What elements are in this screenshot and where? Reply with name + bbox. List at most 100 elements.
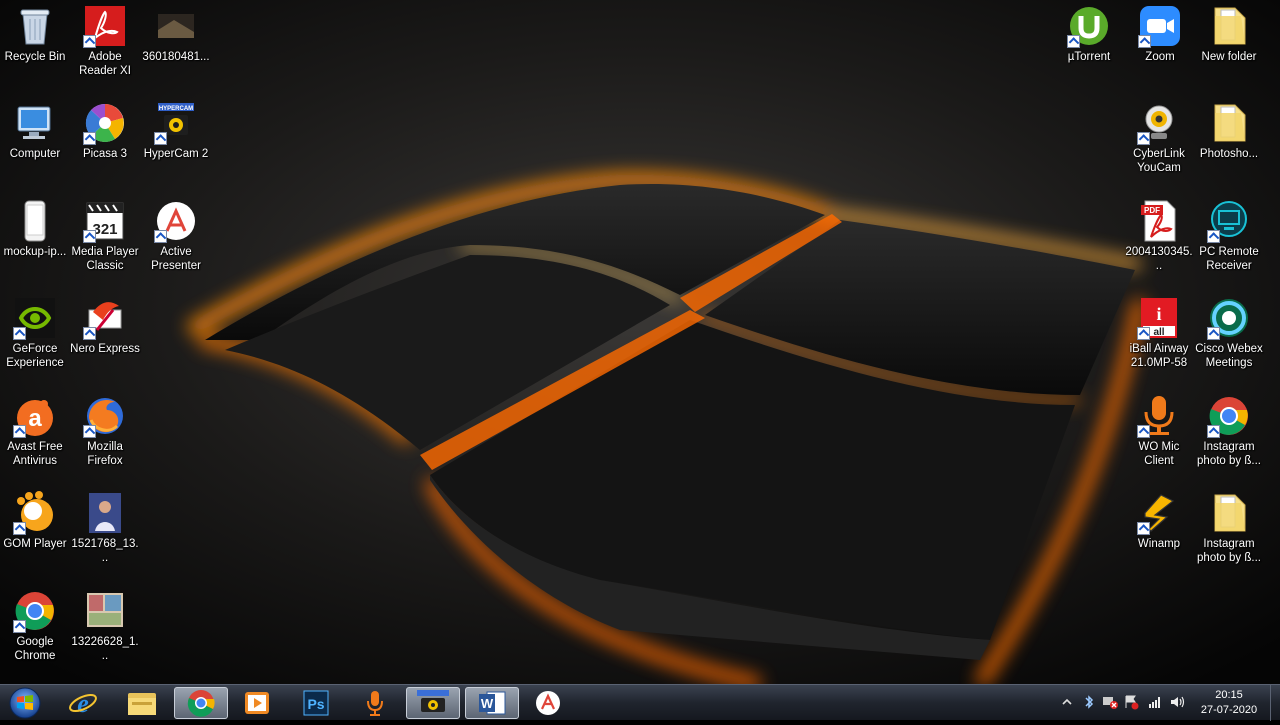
- firefox-icon: [83, 394, 127, 438]
- desktop-icon-label: Google Chrome: [0, 635, 70, 663]
- shortcut-arrow-icon: [83, 132, 96, 145]
- label-line: Mozilla: [87, 441, 123, 453]
- clock-date: 27-07-2020: [1200, 704, 1258, 716]
- label-line: Reader XI: [79, 65, 131, 77]
- geforce-icon: [13, 296, 57, 340]
- desktop-icon-file360[interactable]: 360180481...: [141, 0, 211, 64]
- shortcut-arrow-icon: [1138, 35, 1151, 48]
- desktop-icon-womic[interactable]: WO Mic Client: [1124, 390, 1194, 468]
- desktop-icon-photoshop-folder[interactable]: Photosho...: [1194, 97, 1264, 161]
- desktop-icon-label: Winamp: [1124, 537, 1194, 551]
- taskbar-microsoft-word[interactable]: W: [465, 687, 519, 719]
- tray-volume[interactable]: [1168, 693, 1186, 711]
- pcremote-icon: [1207, 199, 1251, 243]
- system-clock[interactable]: 20:15 27-07-2020: [1196, 688, 1262, 718]
- shortcut-arrow-icon: [1207, 327, 1220, 340]
- label-line: Instagram: [1203, 441, 1255, 453]
- taskbar-file-explorer[interactable]: [115, 687, 169, 719]
- desktop-icon-hypercam[interactable]: HYPERCAM HyperCam 2: [141, 97, 211, 161]
- file360-icon: [154, 4, 198, 48]
- desktop-icon-geforce[interactable]: GeForce Experience: [0, 292, 70, 370]
- label-line: Nero Express: [70, 343, 140, 355]
- label-line: 360180481...: [142, 51, 210, 63]
- taskbar-media-player[interactable]: [230, 687, 284, 719]
- label-line: GOM Player: [3, 538, 67, 550]
- show-hidden-icons-button[interactable]: [1058, 693, 1076, 711]
- desktop-icon-label: Active Presenter: [141, 245, 211, 273]
- desktop-icon-activepres[interactable]: Active Presenter: [141, 195, 211, 273]
- desktop-icon-label: Photosho...: [1194, 147, 1264, 161]
- active-presenter-icon: [536, 691, 560, 715]
- desktop-icon-adobe[interactable]: Adobe Reader XI: [70, 0, 140, 78]
- shortcut-arrow-icon: [154, 132, 167, 145]
- desktop-icon-label: Mozilla Firefox: [70, 440, 140, 468]
- desktop-icon-picasa[interactable]: Picasa 3: [70, 97, 140, 161]
- winamp-icon: [1137, 491, 1181, 535]
- label-line: Antivirus: [12, 455, 58, 467]
- media-player-icon: [245, 692, 269, 714]
- desktop-icon-webex[interactable]: Cisco Webex Meetings: [1194, 292, 1264, 370]
- desktop-icon-pcremote[interactable]: PC Remote Receiver: [1194, 195, 1264, 273]
- taskbar-active-presenter[interactable]: [521, 687, 575, 719]
- desktop-icon-recycle[interactable]: Recycle Bin: [0, 0, 70, 64]
- taskbar: e Ps W 20:15 27-07-2020: [0, 684, 1280, 721]
- taskbar-internet-explorer[interactable]: e: [56, 687, 110, 719]
- desktop-icon-nero[interactable]: Nero Express: [70, 292, 140, 356]
- shortcut-arrow-icon: [83, 230, 96, 243]
- tray-bluetooth[interactable]: [1080, 693, 1098, 711]
- label-line: Firefox: [87, 455, 123, 467]
- desktop-icon-chrome[interactable]: Google Chrome: [0, 585, 70, 663]
- action-center-flag-icon: [1125, 695, 1139, 710]
- desktop-icon-utorrent[interactable]: µTorrent: [1054, 0, 1124, 64]
- desktop-icon-iball[interactable]: i all iBall Airway 21.0MP-58: [1124, 292, 1194, 370]
- desktop-icon-youcam[interactable]: CyberLink YouCam: [1124, 97, 1194, 175]
- label-line: Presenter: [151, 260, 201, 272]
- taskbar-google-chrome[interactable]: [174, 687, 228, 719]
- desktop-icon-mockup[interactable]: mockup-ip...: [0, 195, 70, 259]
- taskbar-wo-mic[interactable]: [348, 687, 402, 719]
- google-chrome-icon: [187, 690, 215, 717]
- gom-icon: [13, 491, 57, 535]
- network-error-icon: [1103, 697, 1118, 709]
- taskbar-hypercam[interactable]: [406, 687, 460, 719]
- desktop-icon-firefox[interactable]: Mozilla Firefox: [70, 390, 140, 468]
- pdf2004-icon: PDF: [1137, 199, 1181, 243]
- desktop-icon-newfolder[interactable]: New folder: [1194, 0, 1264, 64]
- show-desktop-button[interactable]: [1270, 685, 1280, 721]
- desktop-icon-photo1521[interactable]: 1521768_13...: [70, 487, 140, 565]
- label-line: photo by ß...: [1197, 552, 1261, 564]
- start-button[interactable]: [4, 686, 46, 720]
- shortcut-arrow-icon: [1067, 35, 1080, 48]
- desktop-icon-label: µTorrent: [1054, 50, 1124, 64]
- desktop-icon-label: CyberLink YouCam: [1124, 147, 1194, 175]
- desktop-icon-label: GeForce Experience: [0, 342, 70, 370]
- desktop-icon-label: Computer: [0, 147, 70, 161]
- label-line: WO Mic: [1138, 441, 1180, 453]
- desktop-icon-label: PC Remote Receiver: [1194, 245, 1264, 273]
- desktop-icon-photo1322[interactable]: 13226628_1...: [70, 585, 140, 663]
- desktop-icon-label: Instagram photo by ß...: [1194, 537, 1264, 565]
- desktop-icon-pdf2004[interactable]: PDF 2004130345...: [1124, 195, 1194, 273]
- label-line: Classic: [86, 260, 124, 272]
- desktop-icon-insta-folder[interactable]: Instagram photo by ß...: [1194, 487, 1264, 565]
- desktop-icon-zoom[interactable]: Zoom: [1125, 0, 1195, 64]
- shortcut-arrow-icon: [1137, 132, 1150, 145]
- utorrent-icon: [1067, 4, 1111, 48]
- desktop-icon-gom[interactable]: GOM Player: [0, 487, 70, 551]
- desktop-icon-label: 360180481...: [141, 50, 211, 64]
- shortcut-arrow-icon: [13, 620, 26, 633]
- desktop-icon-avast[interactable]: a Avast Free Antivirus: [0, 390, 70, 468]
- tray-signal[interactable]: [1146, 693, 1164, 711]
- tray-security[interactable]: [1122, 693, 1140, 711]
- desktop-icon-computer[interactable]: Computer: [0, 97, 70, 161]
- desktop-icon-mpc[interactable]: 321 Media Player Classic: [70, 195, 140, 273]
- label-line: Receiver: [1206, 260, 1252, 272]
- windows-start-orb-icon: [9, 687, 41, 719]
- desktop-icon-insta-chrome[interactable]: Instagram photo by ß...: [1194, 390, 1264, 468]
- taskbar-photoshop[interactable]: Ps: [289, 687, 343, 719]
- label-line: Google: [16, 636, 54, 648]
- bluetooth-icon: [1085, 695, 1094, 709]
- desktop-icon-winamp[interactable]: Winamp: [1124, 487, 1194, 551]
- desktop-icon-label: 1521768_13...: [70, 537, 140, 565]
- tray-network-status[interactable]: [1101, 693, 1119, 711]
